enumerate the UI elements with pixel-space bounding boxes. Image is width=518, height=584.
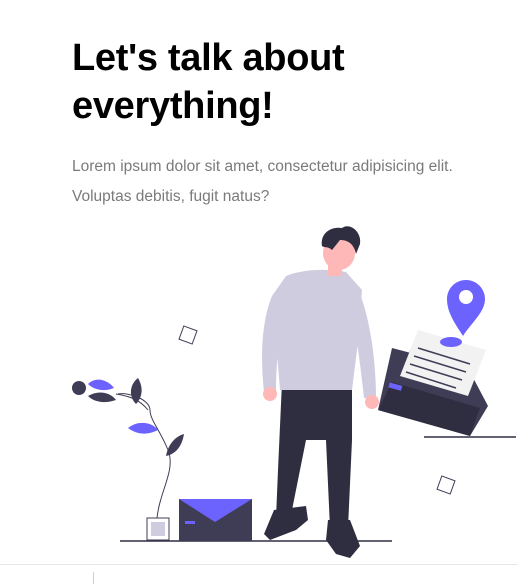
person-illustration — [262, 226, 379, 558]
open-envelope-icon — [378, 330, 488, 436]
bottom-divider — [93, 572, 94, 584]
floating-square-icon — [436, 475, 456, 495]
plant-icon — [72, 378, 184, 541]
hero-title-line-2: everything! — [72, 85, 274, 127]
envelope-icon — [179, 499, 252, 541]
location-pin-icon — [447, 280, 485, 336]
hero-description: Lorem ipsum dolor sit amet, consectetur … — [72, 158, 453, 205]
floating-square-icon — [178, 325, 198, 345]
contact-illustration — [72, 226, 516, 558]
bottom-bar — [0, 564, 518, 584]
hero-title: Let's talk about everything! — [72, 34, 502, 130]
hero-title-line-1: Let's talk about — [72, 37, 345, 79]
